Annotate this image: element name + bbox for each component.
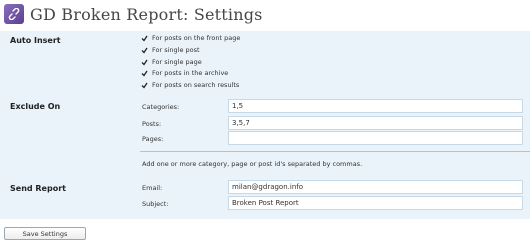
checkbox-label: For posts on search results bbox=[152, 81, 240, 89]
categories-label: Categories: bbox=[142, 103, 180, 111]
pages-input[interactable] bbox=[228, 131, 523, 145]
checkmark-icon[interactable] bbox=[140, 46, 148, 54]
page-header: GD Broken Report: Settings bbox=[4, 2, 263, 26]
posts-label: Posts: bbox=[142, 120, 162, 128]
checkbox-front-page[interactable]: For posts on the front page bbox=[140, 33, 240, 43]
email-label: Email: bbox=[142, 184, 163, 192]
pages-label: Pages: bbox=[142, 135, 164, 143]
checkmark-icon[interactable] bbox=[140, 69, 148, 77]
checkbox-label: For single page bbox=[152, 58, 202, 66]
checkbox-label: For posts in the archive bbox=[152, 69, 229, 77]
email-input[interactable]: milan@gdragon.info bbox=[228, 180, 523, 194]
checkbox-single-post[interactable]: For single post bbox=[140, 45, 200, 55]
plugin-logo bbox=[4, 4, 24, 24]
exclude-hint: Add one or more category, page or post i… bbox=[142, 160, 363, 168]
checkbox-search-results[interactable]: For posts on search results bbox=[140, 80, 239, 90]
auto-insert-label: Auto Insert bbox=[10, 36, 61, 45]
send-report-label: Send Report bbox=[10, 184, 66, 193]
section-divider bbox=[140, 151, 530, 152]
save-settings-button[interactable]: Save Settings bbox=[4, 227, 86, 240]
categories-input[interactable]: 1,5 bbox=[228, 99, 523, 113]
checkbox-single-page[interactable]: For single page bbox=[140, 57, 202, 67]
checkbox-label: For posts on the front page bbox=[152, 34, 241, 42]
broken-link-icon bbox=[8, 8, 20, 20]
checkmark-icon[interactable] bbox=[140, 81, 148, 89]
posts-input[interactable]: 3,5,7 bbox=[228, 116, 523, 130]
subject-label: Subject: bbox=[142, 200, 169, 208]
checkmark-icon[interactable] bbox=[140, 34, 148, 42]
subject-input[interactable]: Broken Post Report bbox=[228, 196, 523, 210]
page-title: GD Broken Report: Settings bbox=[30, 4, 263, 24]
exclude-on-label: Exclude On bbox=[10, 102, 61, 111]
checkmark-icon[interactable] bbox=[140, 58, 148, 66]
checkbox-label: For single post bbox=[152, 46, 200, 54]
checkbox-archive[interactable]: For posts in the archive bbox=[140, 68, 228, 78]
